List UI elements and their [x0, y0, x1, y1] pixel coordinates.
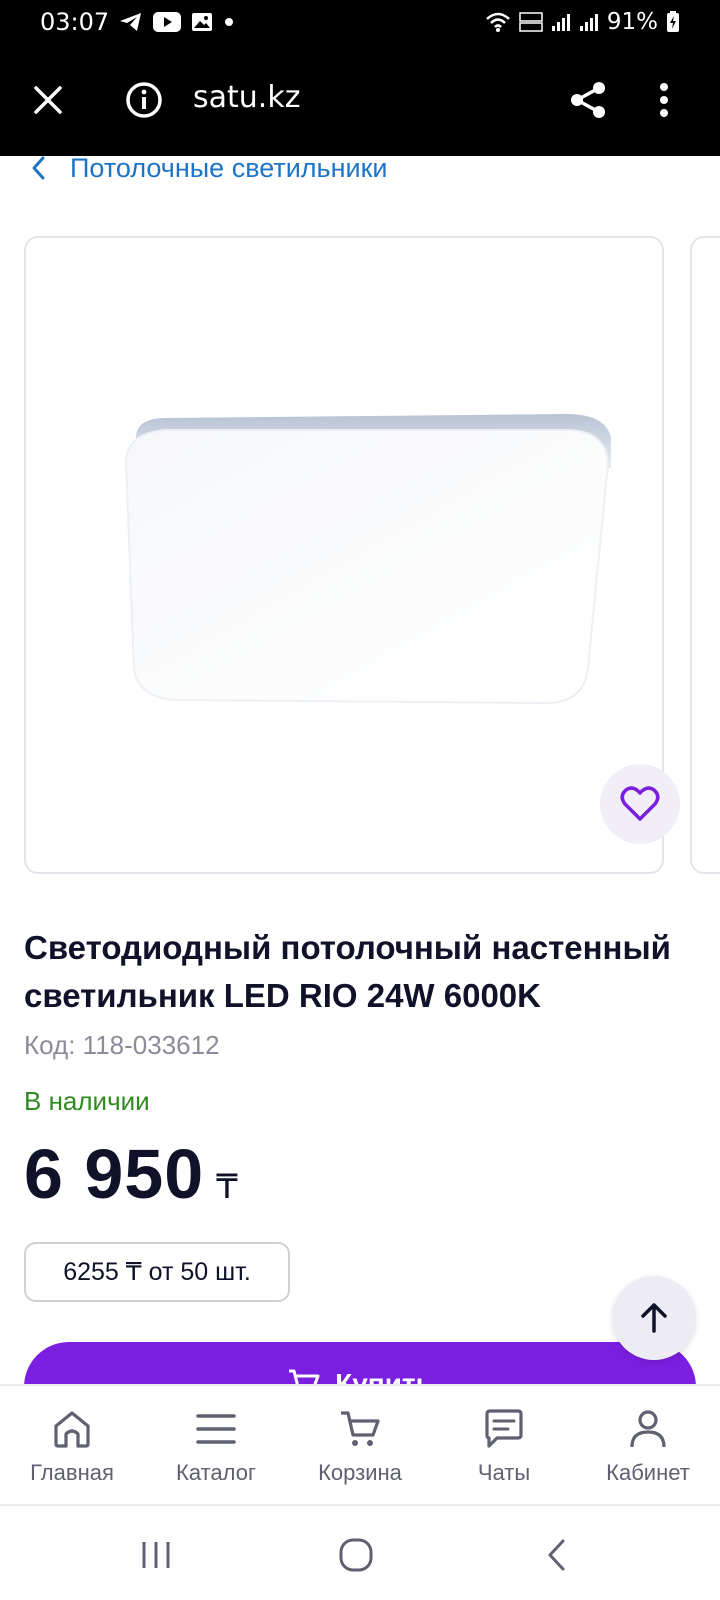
- scroll-to-top-button[interactable]: [612, 1276, 696, 1360]
- browser-toolbar: satu.kz: [0, 44, 720, 156]
- cart-icon: [341, 1411, 380, 1446]
- home-system-button[interactable]: [326, 1532, 386, 1578]
- status-right: 91%: [485, 9, 680, 35]
- system-nav: [0, 1504, 720, 1600]
- signal-icon-1: [551, 12, 571, 32]
- back-icon: [548, 1539, 565, 1571]
- product-code-label: Код:: [24, 1030, 76, 1060]
- close-tab-button[interactable]: [20, 72, 76, 128]
- nav-item-chats[interactable]: Чаты: [432, 1386, 576, 1504]
- user-icon: [630, 1410, 666, 1448]
- product-title: Светодиодный потолочный настенный светил…: [24, 929, 671, 1014]
- home-circle-icon: [339, 1538, 373, 1572]
- battery-icon: [666, 11, 680, 33]
- youtube-icon: [153, 12, 182, 32]
- wifi-icon: [485, 11, 511, 33]
- nav-item-catalog-label: Каталог: [176, 1460, 256, 1485]
- nav-item-account-label: Кабинет: [606, 1460, 690, 1485]
- nav-item-home[interactable]: Главная: [0, 1386, 144, 1504]
- share-icon: [571, 82, 605, 118]
- recent-apps-icon: [142, 1542, 170, 1568]
- menu-icon: [196, 1414, 236, 1444]
- site-info-button[interactable]: [116, 72, 172, 128]
- close-icon: [34, 86, 62, 114]
- product-image-next-card[interactable]: [690, 236, 720, 874]
- nav-item-home-label: Главная: [30, 1460, 114, 1485]
- more-options-button[interactable]: [636, 72, 692, 128]
- price: 6 950 ₸: [24, 1134, 238, 1214]
- wholesale-price-chip[interactable]: 6255 ₸ от 50 шт.: [24, 1242, 290, 1302]
- chevron-left-icon: [32, 156, 45, 180]
- product-image: [124, 414, 611, 705]
- product-code: Код: 118-033612: [24, 1030, 220, 1061]
- status-bar: 03:07 91%: [0, 0, 720, 44]
- home-icon: [54, 1411, 90, 1448]
- favorite-button[interactable]: [600, 764, 680, 844]
- chat-icon: [485, 1409, 523, 1448]
- telegram-icon: [119, 11, 143, 33]
- price-currency: ₸: [216, 1168, 238, 1206]
- nav-item-catalog[interactable]: Каталог: [144, 1386, 288, 1504]
- nav-item-chats-label: Чаты: [477, 1460, 531, 1485]
- breadcrumb-label[interactable]: Потолочные светильники: [70, 153, 388, 184]
- product-image-card[interactable]: [24, 236, 664, 874]
- status-left: 03:07: [40, 8, 235, 36]
- nav-item-cart-label: Корзина: [318, 1460, 402, 1485]
- bottom-nav: Главная Каталог Корзина Чаты Кабинет: [0, 1384, 720, 1504]
- url-text[interactable]: satu.kz: [193, 80, 300, 115]
- battery-percent: 91%: [606, 9, 658, 35]
- breadcrumb[interactable]: Потолочные светильники: [0, 148, 720, 188]
- info-icon: [126, 82, 162, 118]
- share-button[interactable]: [560, 72, 616, 128]
- price-value: 6 950: [24, 1135, 205, 1213]
- status-time: 03:07: [40, 8, 110, 36]
- recent-apps-button[interactable]: [126, 1532, 186, 1578]
- nav-item-account[interactable]: Кабинет: [576, 1386, 720, 1504]
- heart-icon: [620, 786, 660, 821]
- nav-item-cart[interactable]: Корзина: [288, 1386, 432, 1504]
- stock-status: В наличии: [24, 1086, 150, 1116]
- volte-icon: [519, 11, 543, 33]
- notification-dot-icon: [223, 16, 235, 28]
- back-system-button[interactable]: [526, 1532, 586, 1578]
- signal-icon-2: [579, 12, 599, 32]
- more-vert-icon: [660, 83, 668, 117]
- gallery-icon: [191, 12, 213, 32]
- product-code-value: 118-033612: [82, 1030, 220, 1060]
- arrow-up-icon: [641, 1303, 667, 1333]
